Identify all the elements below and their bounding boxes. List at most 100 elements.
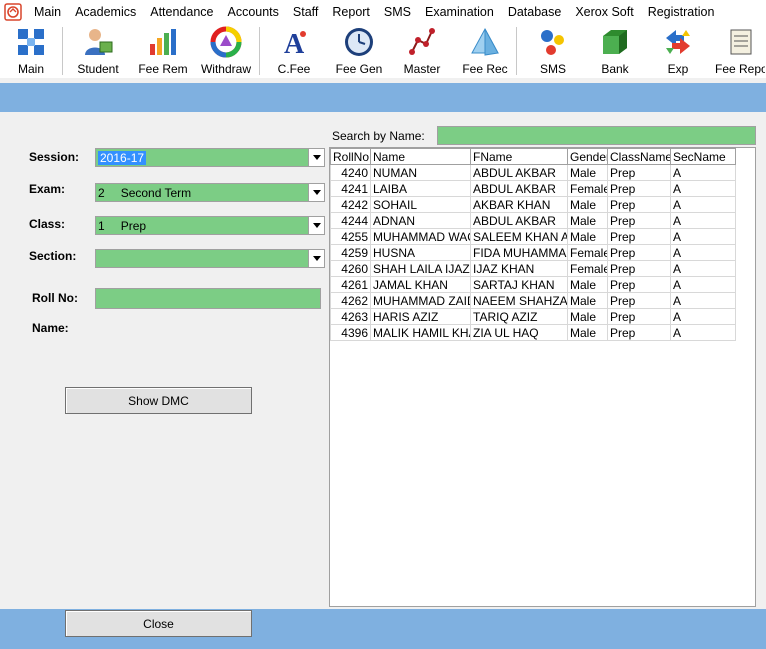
table-row[interactable]: 4255 MUHAMMAD WAQ SALEEM KHAN AF Male Prep A <box>330 228 736 245</box>
toolbar-bank-button[interactable]: Bank <box>589 24 641 78</box>
table-row[interactable]: 4244 ADNAN ABDUL AKBAR Male Prep A <box>330 212 736 229</box>
rollno-label: Roll No: <box>32 291 78 305</box>
toolbar-student-button[interactable]: Student <box>63 24 133 78</box>
cell-classname: Prep <box>607 212 671 229</box>
toolbar-main-button[interactable]: Main <box>0 24 62 78</box>
close-button[interactable]: Close <box>65 610 252 637</box>
cell-secname: A <box>670 228 736 245</box>
column-header-fname[interactable]: FName <box>470 148 568 165</box>
line-nodes-icon <box>409 28 435 55</box>
menu-database[interactable]: Database <box>502 0 570 24</box>
search-label: Search by Name: <box>332 129 425 143</box>
menu-attendance[interactable]: Attendance <box>144 0 221 24</box>
menu-staff[interactable]: Staff <box>287 0 326 24</box>
cell-rollno: 4244 <box>330 212 371 229</box>
menu-registration[interactable]: Registration <box>642 0 723 24</box>
toolbar-exp-button[interactable]: Exp <box>641 24 715 78</box>
cell-classname: Prep <box>607 276 671 293</box>
cell-fname: TARIQ AZIZ <box>470 308 568 325</box>
table-row[interactable]: 4263 HARIS AZIZ TARIQ AZIZ Male Prep A <box>330 308 736 325</box>
cell-fname: NAEEM SHAHZAC <box>470 292 568 309</box>
cell-name: NUMAN <box>370 164 471 181</box>
arrows-exchange-icon <box>666 30 690 54</box>
rollno-input[interactable] <box>95 288 321 309</box>
menu-academics[interactable]: Academics <box>69 0 144 24</box>
cell-name: LAIBA <box>370 180 471 197</box>
column-header-rollno[interactable]: RollNo <box>330 148 371 165</box>
toolbar-fee-rem-button[interactable]: Fee Rem <box>133 24 193 78</box>
cell-secname: A <box>670 244 736 261</box>
cell-rollno: 4240 <box>330 164 371 181</box>
column-header-name[interactable]: Name <box>370 148 471 165</box>
menu-examination[interactable]: Examination <box>419 0 502 24</box>
toolbar: Main Student Fee Rem Withdraw A C.Fee Fe… <box>0 24 766 78</box>
color-wheel-icon <box>210 26 242 58</box>
toolbar-withdraw-label: Withdraw <box>200 62 251 76</box>
cell-name: SOHAIL <box>370 196 471 213</box>
toolbar-withdraw-button[interactable]: Withdraw <box>193 24 259 78</box>
show-dmc-button[interactable]: Show DMC <box>65 387 252 414</box>
cell-gender: Male <box>567 308 608 325</box>
menu-xerox-soft[interactable]: Xerox Soft <box>569 0 641 24</box>
toolbar-fee-report-button[interactable]: Fee Repo <box>715 24 765 78</box>
table-row[interactable]: 4260 SHAH LAILA IJAZ IJAZ KHAN Female Prep A <box>330 260 736 277</box>
column-header-classname[interactable]: ClassName <box>607 148 671 165</box>
class-label: Class: <box>29 217 66 231</box>
table-row[interactable]: 4242 SOHAIL AKBAR KHAN Male Prep A <box>330 196 736 213</box>
search-name-input[interactable] <box>437 126 756 145</box>
app-logo-icon[interactable] <box>3 2 23 22</box>
menu-main[interactable]: Main <box>28 0 69 24</box>
toolbar-fee-gen-button[interactable]: Fee Gen <box>328 24 390 78</box>
cell-classname: Prep <box>607 292 671 309</box>
menu-sms[interactable]: SMS <box>378 0 419 24</box>
toolbar-main-label: Main <box>17 62 44 76</box>
cell-fname: SALEEM KHAN AF <box>470 228 568 245</box>
section-dropdown[interactable] <box>95 249 325 268</box>
cell-rollno: 4241 <box>330 180 371 197</box>
cell-gender: Female <box>567 244 608 261</box>
cell-classname: Prep <box>607 196 671 213</box>
toolbar-fee-report-label: Fee Repo <box>715 62 765 76</box>
class-dropdown[interactable]: 1 Prep <box>95 216 325 235</box>
toolbar-bank-label: Bank <box>601 62 629 76</box>
column-header-secname[interactable]: SecName <box>670 148 736 165</box>
menu-accounts[interactable]: Accounts <box>221 0 286 24</box>
cell-classname: Prep <box>607 244 671 261</box>
table-row[interactable]: 4396 MALIK HAMIL KHA ZIA UL HAQ Male Prep A <box>330 324 736 341</box>
cell-gender: Male <box>567 164 608 181</box>
chevron-down-icon[interactable] <box>308 184 324 201</box>
toolbar-student-label: Student <box>77 62 119 76</box>
table-row[interactable]: 4262 MUHAMMAD ZAID NAEEM SHAHZAC Male Prep A <box>330 292 736 309</box>
exam-label: Exam: <box>29 182 66 196</box>
menu-bar: Main Academics Attendance Accounts Staff… <box>0 0 766 24</box>
cell-fname: FIDA MUHAMMAD <box>470 244 568 261</box>
cell-secname: A <box>670 196 736 213</box>
cell-name: MUHAMMAD ZAID <box>370 292 471 309</box>
cell-rollno: 4261 <box>330 276 371 293</box>
cell-name: SHAH LAILA IJAZ <box>370 260 471 277</box>
exam-dropdown[interactable]: 2 Second Term <box>95 183 325 202</box>
session-dropdown[interactable]: 2016-17 <box>95 148 325 167</box>
exam-value: Second Term <box>120 185 192 200</box>
class-value: Prep <box>120 218 147 233</box>
table-row[interactable]: 4259 HUSNA FIDA MUHAMMAD Female Prep A <box>330 244 736 261</box>
toolbar-sms-button[interactable]: SMS <box>517 24 589 78</box>
table-row[interactable]: 4261 JAMAL KHAN SARTAJ KHAN Male Prep A <box>330 276 736 293</box>
chevron-down-icon[interactable] <box>308 217 324 234</box>
cell-gender: Male <box>567 276 608 293</box>
chevron-down-icon[interactable] <box>308 149 324 166</box>
table-row[interactable]: 4240 NUMAN ABDUL AKBAR Male Prep A <box>330 164 736 181</box>
column-header-gender[interactable]: Gender <box>567 148 608 165</box>
table-row[interactable]: 4241 LAIBA ABDUL AKBAR Female Prep A <box>330 180 736 197</box>
clock-icon <box>345 28 373 56</box>
menu-report[interactable]: Report <box>326 0 378 24</box>
chevron-down-icon[interactable] <box>308 250 324 267</box>
toolbar-fee-gen-label: Fee Gen <box>335 62 383 76</box>
toolbar-fee-rec-button[interactable]: Fee Rec <box>454 24 516 78</box>
toolbar-master-button[interactable]: Master <box>390 24 454 78</box>
cell-fname: SARTAJ KHAN <box>470 276 568 293</box>
toolbar-cfee-button[interactable]: A C.Fee <box>260 24 328 78</box>
cell-rollno: 4255 <box>330 228 371 245</box>
molecule-icon <box>541 30 564 55</box>
cell-classname: Prep <box>607 324 671 341</box>
